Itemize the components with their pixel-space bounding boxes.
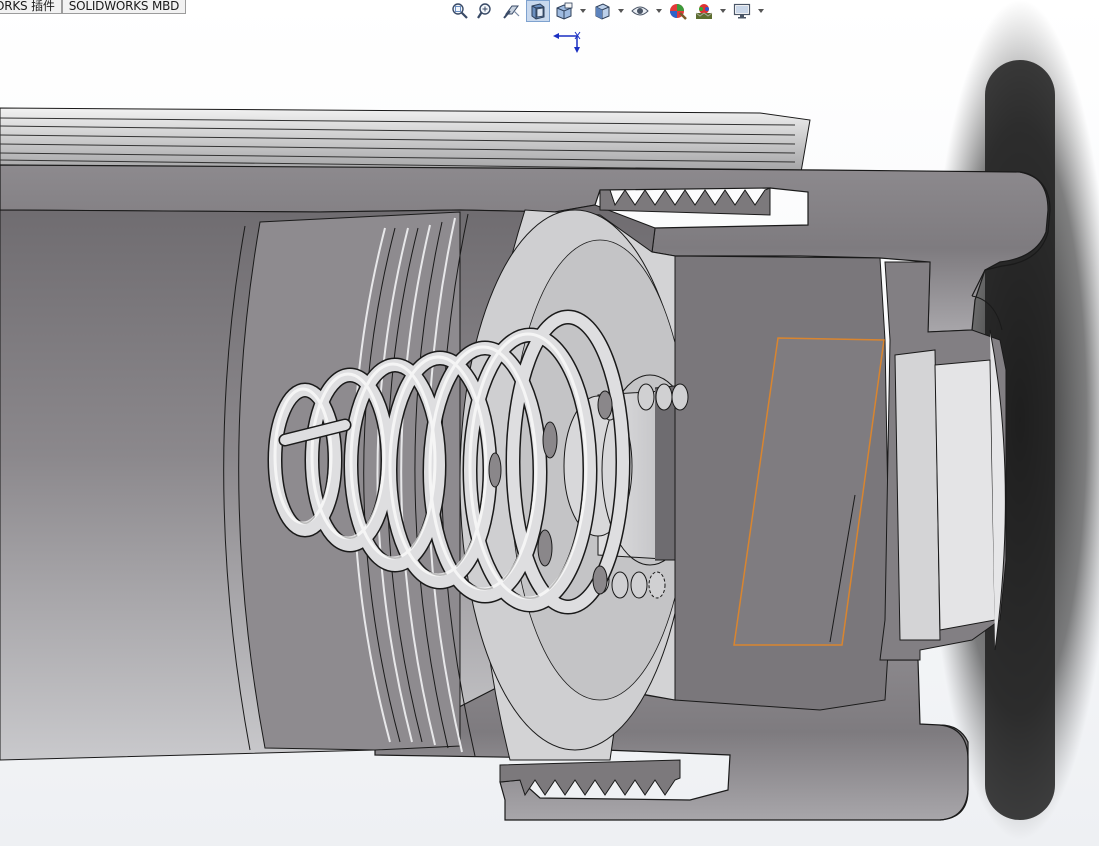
view-settings-button[interactable] (731, 1, 753, 21)
zoom-to-fit-icon (452, 3, 468, 19)
view-orientation-button[interactable] (591, 1, 613, 21)
chevron-down-icon (656, 9, 662, 13)
graphics-area[interactable] (0, 0, 1099, 846)
hide-show-items-dropdown[interactable] (655, 1, 663, 21)
zoom-to-area-icon (477, 3, 491, 19)
dynamic-annotation-views-icon (556, 2, 573, 20)
view-orientation-dropdown[interactable] (617, 1, 625, 21)
heads-up-view-toolbar (449, 0, 769, 22)
apply-scene-dropdown[interactable] (719, 1, 727, 21)
edit-appearance-button[interactable] (667, 1, 689, 21)
section-view-button[interactable] (526, 0, 550, 22)
chevron-down-icon (618, 9, 624, 13)
edit-appearance-icon (670, 4, 687, 20)
zoom-to-fit-button[interactable] (449, 1, 471, 21)
section-view-icon (531, 3, 545, 20)
apply-scene-icon (695, 4, 713, 19)
command-manager-tabs: ORKS 插件 SOLIDWORKS MBD (0, 0, 187, 15)
tab-solidworks-addins[interactable]: ORKS 插件 (0, 0, 62, 14)
dynamic-annotation-views-button[interactable] (553, 1, 575, 21)
thread-teeth-upper (599, 187, 771, 216)
view-settings-dropdown[interactable] (757, 1, 765, 21)
previous-view-icon (503, 5, 520, 19)
hide-show-items-icon (631, 6, 649, 16)
chevron-down-icon (580, 9, 586, 13)
chevron-down-icon (720, 9, 726, 13)
apply-scene-button[interactable] (693, 1, 715, 21)
chevron-down-icon (758, 9, 764, 13)
view-orientation-icon (595, 3, 610, 20)
tab-solidworks-mbd[interactable]: SOLIDWORKS MBD (61, 0, 187, 14)
previous-view-button[interactable] (501, 1, 523, 21)
thread-teeth-lower (499, 759, 681, 797)
hide-show-items-button[interactable] (629, 1, 651, 21)
reference-triad-icon (553, 31, 581, 53)
view-settings-icon (733, 3, 751, 19)
zoom-to-area-button[interactable] (475, 1, 497, 21)
solidworks-window: ORKS 插件 SOLIDWORKS MBD (0, 0, 1099, 846)
section-view-dropdown[interactable] (579, 1, 587, 21)
